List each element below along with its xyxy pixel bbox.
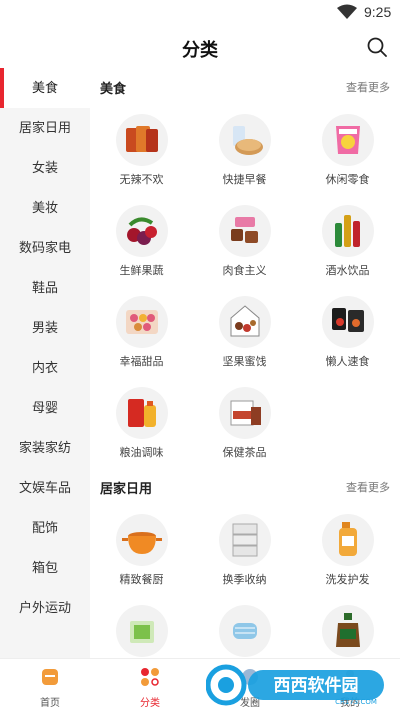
subcategory-item[interactable] — [296, 595, 399, 658]
meat-icon — [218, 205, 271, 257]
sidebar-item-food[interactable]: 美食 — [0, 68, 90, 108]
subcategory-label: 粮油调味 — [119, 447, 164, 459]
nav-home[interactable]: 首页 — [0, 659, 100, 710]
shampoo-icon — [321, 514, 374, 566]
subcategory-item[interactable]: 坚果蜜饯 — [193, 286, 296, 377]
subcategory-label: 快捷早餐 — [222, 174, 267, 186]
status-bar: 9:25 — [0, 0, 400, 24]
subcategory-label: 肉食主义 — [222, 265, 267, 277]
subcategory-item[interactable]: 生鲜果蔬 — [90, 195, 193, 286]
tea-icon — [218, 387, 271, 439]
subcategory-label: 酒水饮品 — [325, 265, 370, 277]
fruit-icon — [115, 205, 168, 257]
subcategory-label: 精致餐厨 — [119, 574, 164, 586]
instant-noodle-icon — [321, 296, 374, 348]
subcategory-label: 换季收纳 — [222, 574, 267, 586]
section-header-food: 美食 查看更多 — [90, 68, 400, 104]
svg-text:CR173.COM: CR173.COM — [335, 698, 377, 706]
svg-text:西西软件园: 西西软件园 — [274, 675, 359, 696]
nav-category[interactable]: 分类 — [100, 659, 200, 710]
section-title: 美食 — [100, 81, 127, 96]
sidebar-item-womens-wear[interactable]: 女装 — [0, 148, 90, 188]
subcategory-label: 无辣不欢 — [119, 174, 164, 186]
nav-category-label: 分类 — [140, 698, 160, 709]
subcategory-item[interactable]: 快捷早餐 — [193, 104, 296, 195]
spicy-snack-icon — [115, 114, 168, 166]
subcategory-item[interactable]: 保健茶品 — [193, 377, 296, 468]
wifi-icon — [337, 4, 357, 19]
sidebar-item-home-textile[interactable]: 家装家纺 — [0, 428, 90, 468]
mask-icon — [218, 605, 271, 657]
view-more-link[interactable]: 查看更多 — [346, 479, 390, 495]
subcategory-item[interactable]: 懒人速食 — [296, 286, 399, 377]
sidebar-item-makeup[interactable]: 美妆 — [0, 188, 90, 228]
subcategory-item[interactable]: 换季收纳 — [193, 504, 296, 595]
subcategory-item[interactable]: 无辣不欢 — [90, 104, 193, 195]
search-icon[interactable] — [366, 36, 388, 58]
disinfectant-icon — [321, 605, 374, 657]
subcategory-label: 洗发护发 — [325, 574, 370, 586]
subcategory-item[interactable]: 休闲零食 — [296, 104, 399, 195]
subcategory-item[interactable]: 洗发护发 — [296, 504, 399, 595]
dessert-icon — [115, 296, 168, 348]
sidebar-item-home-goods[interactable]: 居家日用 — [0, 108, 90, 148]
subcategory-label: 坚果蜜饯 — [222, 356, 267, 368]
sidebar-item-mens-wear[interactable]: 男装 — [0, 308, 90, 348]
subcategory-item[interactable] — [90, 595, 193, 658]
subcategory-label: 懒人速食 — [325, 356, 370, 368]
home-icon — [42, 669, 58, 685]
status-time: 9:25 — [364, 4, 392, 20]
sidebar-item-bags[interactable]: 箱包 — [0, 548, 90, 588]
subcategory-label: 保健茶品 — [222, 447, 267, 459]
storage-drawer-icon — [218, 514, 271, 566]
category-icon — [141, 668, 159, 686]
app-header: 分类 — [0, 24, 400, 68]
tissue-icon — [115, 605, 168, 657]
subcategory-item[interactable]: 幸福甜品 — [90, 286, 193, 377]
sidebar-item-shoes[interactable]: 鞋品 — [0, 268, 90, 308]
sidebar-item-entertainment-car[interactable]: 文娱车品 — [0, 468, 90, 508]
page-title: 分类 — [182, 40, 218, 60]
subcategory-label: 幸福甜品 — [119, 356, 164, 368]
category-sidebar: 美食 居家日用 女装 美妆 数码家电 鞋品 男装 内衣 母婴 家装家纺 文娱车品… — [0, 68, 90, 658]
oil-icon — [115, 387, 168, 439]
subcategory-label: 生鲜果蔬 — [119, 265, 164, 277]
subcategory-label: 休闲零食 — [325, 174, 370, 186]
sidebar-item-accessories[interactable]: 配饰 — [0, 508, 90, 548]
pot-icon — [115, 514, 168, 566]
sidebar-item-electronics[interactable]: 数码家电 — [0, 228, 90, 268]
sidebar-item-outdoor[interactable]: 户外运动 — [0, 588, 90, 628]
subcategory-item[interactable]: 酒水饮品 — [296, 195, 399, 286]
site-watermark-logo: 西西软件园 CR173.COM — [206, 664, 384, 706]
bread-icon — [218, 114, 271, 166]
section-title: 居家日用 — [100, 481, 153, 496]
nuts-icon — [218, 296, 271, 348]
sidebar-item-underwear[interactable]: 内衣 — [0, 348, 90, 388]
subcategory-item[interactable] — [193, 595, 296, 658]
nav-home-label: 首页 — [40, 698, 60, 709]
subcategory-item[interactable]: 肉食主义 — [193, 195, 296, 286]
view-more-link[interactable]: 查看更多 — [346, 79, 390, 95]
drinks-icon — [321, 205, 374, 257]
chips-icon — [321, 114, 374, 166]
subcategory-item[interactable]: 精致餐厨 — [90, 504, 193, 595]
section-header-home-goods: 居家日用 查看更多 — [90, 468, 400, 504]
category-content: 美食 查看更多 无辣不欢 快捷早餐 休闲零食 生鲜果蔬 肉食主义 酒水饮品 幸福… — [90, 68, 400, 658]
subcategory-grid: 无辣不欢 快捷早餐 休闲零食 生鲜果蔬 肉食主义 酒水饮品 幸福甜品 坚果蜜饯 … — [90, 104, 400, 468]
subcategory-item[interactable]: 粮油调味 — [90, 377, 193, 468]
subcategory-grid: 精致餐厨 换季收纳 洗发护发 — [90, 504, 400, 658]
sidebar-item-mother-baby[interactable]: 母婴 — [0, 388, 90, 428]
